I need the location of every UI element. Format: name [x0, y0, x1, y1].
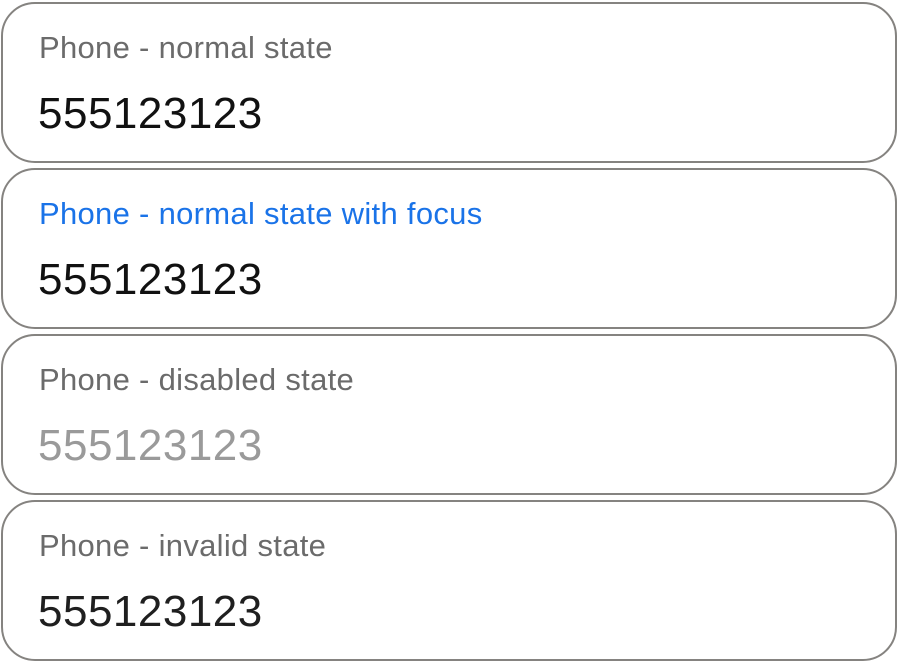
phone-input: 555123123 [38, 421, 263, 470]
phone-field-disabled: Phone - disabled state 555123123 [1, 334, 897, 495]
phone-input[interactable]: 555123123 [38, 252, 858, 308]
phone-field-label: Phone - disabled state [39, 362, 355, 397]
phone-field-label: Phone - normal state with focus [39, 196, 483, 231]
phone-field-label: Phone - normal state [39, 30, 333, 65]
phone-input[interactable]: 555123123 [38, 584, 858, 640]
phone-field-label: Phone - invalid state [39, 528, 327, 563]
phone-field-normal[interactable]: Phone - normal state 555123123 [1, 2, 897, 163]
phone-field-focused[interactable]: Phone - normal state with focus 55512312… [1, 168, 897, 329]
phone-field-invalid[interactable]: Phone - invalid state 555123123 [1, 500, 897, 661]
phone-input[interactable]: 555123123 [38, 86, 858, 142]
